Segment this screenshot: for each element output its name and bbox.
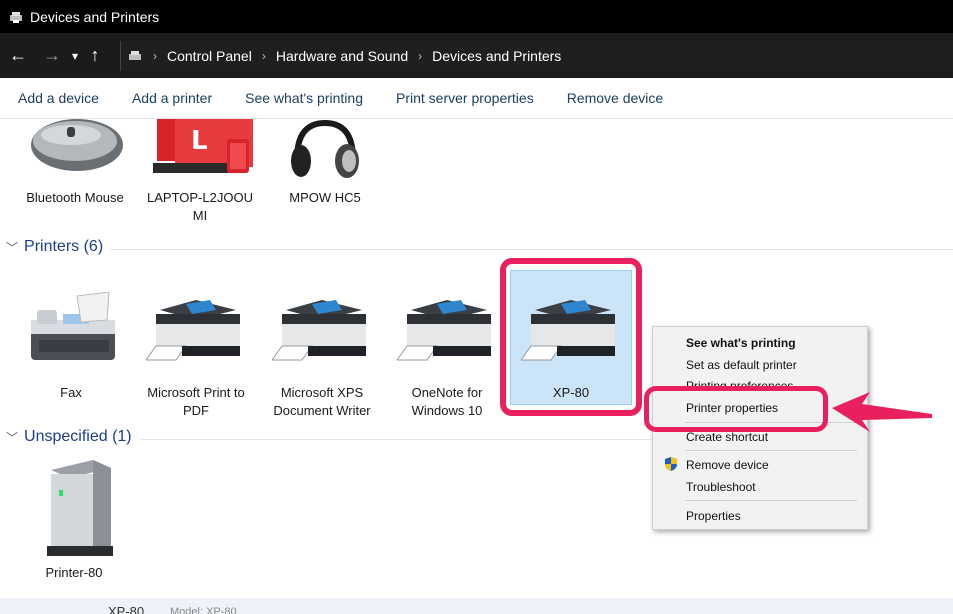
annotation-highlight-box bbox=[500, 258, 642, 416]
printer-icon bbox=[397, 300, 491, 361]
recent-locations-chevron-icon[interactable]: ▾ bbox=[66, 49, 84, 63]
forward-arrow-icon[interactable]: → bbox=[38, 45, 66, 66]
breadcrumb-devices-printers[interactable]: Devices and Printers bbox=[432, 48, 561, 64]
printer-label-continued: Windows 10 bbox=[411, 403, 483, 418]
breadcrumb-separator-icon: › bbox=[153, 49, 157, 63]
printer-microsoft-print-to-pdf[interactable]: Microsoft Print to PDF bbox=[137, 292, 255, 420]
breadcrumb-hardware-sound[interactable]: Hardware and Sound bbox=[276, 48, 408, 64]
menu-properties[interactable]: Properties bbox=[686, 509, 741, 523]
menu-separator bbox=[685, 450, 857, 451]
back-arrow-icon[interactable]: ← bbox=[4, 45, 32, 66]
device-label-continued: MI bbox=[192, 208, 208, 223]
unspecified-group-label: Unspecified (1) bbox=[24, 428, 132, 445]
unspecified-group-header[interactable]: ﹀ Unspecified (1) bbox=[6, 428, 132, 446]
printers-group-header[interactable]: ﹀ Printers (6) bbox=[6, 238, 103, 256]
details-pane: XP-80 Model: XP-80 bbox=[0, 598, 953, 614]
headphones-icon bbox=[291, 119, 359, 178]
menu-remove-device[interactable]: Remove device bbox=[686, 458, 769, 472]
command-bar: Add a device Add a printer See what's pr… bbox=[0, 78, 953, 119]
computer-icon: L bbox=[153, 119, 253, 173]
add-printer-button[interactable]: Add a printer bbox=[132, 90, 212, 106]
menu-separator bbox=[685, 500, 857, 501]
printer-label: OneNote for bbox=[411, 385, 483, 400]
chevron-down-icon[interactable]: ﹀ bbox=[6, 239, 18, 256]
group-divider bbox=[110, 249, 953, 250]
device-printer-80[interactable]: Printer-80 bbox=[16, 460, 132, 582]
status-device-name: XP-80 bbox=[108, 604, 145, 614]
device-bluetooth-mouse[interactable]: Bluetooth Mouse bbox=[18, 119, 132, 207]
printer-fax[interactable]: Fax bbox=[14, 292, 128, 402]
printer-onenote[interactable]: OneNote for Windows 10 bbox=[388, 292, 506, 420]
device-headset[interactable]: MPOW HC5 bbox=[266, 119, 384, 207]
printer-microsoft-xps[interactable]: Microsoft XPS Document Writer bbox=[263, 292, 381, 420]
device-label: MPOW HC5 bbox=[289, 190, 361, 205]
menu-set-default-printer[interactable]: Set as default printer bbox=[686, 358, 797, 372]
printer-label-continued: Document Writer bbox=[273, 403, 371, 418]
printer-icon bbox=[146, 300, 240, 361]
svg-text:L: L bbox=[191, 126, 208, 156]
title-bar: Devices and Printers bbox=[0, 0, 953, 33]
device-label: Printer-80 bbox=[45, 565, 103, 580]
device-laptop[interactable]: L LAPTOP-L2JOOU MI bbox=[141, 119, 259, 225]
annotation-arrow-icon bbox=[832, 392, 932, 432]
chevron-down-icon[interactable]: ﹀ bbox=[6, 429, 18, 446]
menu-see-whats-printing[interactable]: See what's printing bbox=[686, 336, 796, 350]
group-divider bbox=[140, 439, 652, 440]
window-title: Devices and Printers bbox=[30, 8, 160, 25]
generic-device-icon bbox=[47, 460, 113, 556]
shield-icon bbox=[665, 457, 677, 471]
devices-printers-icon bbox=[10, 11, 22, 23]
print-server-properties-button[interactable]: Print server properties bbox=[396, 90, 534, 106]
printer-label: Microsoft Print to bbox=[147, 385, 245, 400]
printer-label-continued: PDF bbox=[183, 403, 209, 418]
navigation-bar: ← → ▾ ↑ › Control Panel › Hardware and S… bbox=[0, 33, 953, 78]
address-bar[interactable]: › Control Panel › Hardware and Sound › D… bbox=[120, 41, 953, 71]
up-arrow-icon[interactable]: ↑ bbox=[84, 45, 106, 66]
status-model: Model: XP-80 bbox=[170, 606, 237, 614]
breadcrumb-separator-icon[interactable]: › bbox=[418, 49, 422, 63]
annotation-highlight-box bbox=[644, 386, 828, 432]
breadcrumb-separator-icon[interactable]: › bbox=[262, 49, 266, 63]
fax-icon bbox=[31, 292, 115, 360]
printers-group-label: Printers (6) bbox=[24, 238, 104, 255]
menu-create-shortcut[interactable]: Create shortcut bbox=[686, 430, 768, 444]
breadcrumb-control-panel[interactable]: Control Panel bbox=[167, 48, 252, 64]
see-whats-printing-button[interactable]: See what's printing bbox=[245, 90, 363, 106]
menu-troubleshoot[interactable]: Troubleshoot bbox=[686, 480, 756, 494]
mouse-icon bbox=[31, 119, 123, 171]
printer-icon bbox=[272, 300, 366, 361]
device-label: LAPTOP-L2JOOU bbox=[147, 190, 253, 205]
printer-label: Microsoft XPS bbox=[280, 385, 364, 400]
add-device-button[interactable]: Add a device bbox=[18, 90, 99, 106]
control-panel-icon bbox=[129, 51, 141, 60]
device-label: Bluetooth Mouse bbox=[26, 190, 124, 205]
remove-device-button[interactable]: Remove device bbox=[567, 90, 664, 106]
printer-label: Fax bbox=[60, 385, 82, 400]
window: Devices and Printers ← → ▾ ↑ › Control P… bbox=[0, 0, 953, 614]
